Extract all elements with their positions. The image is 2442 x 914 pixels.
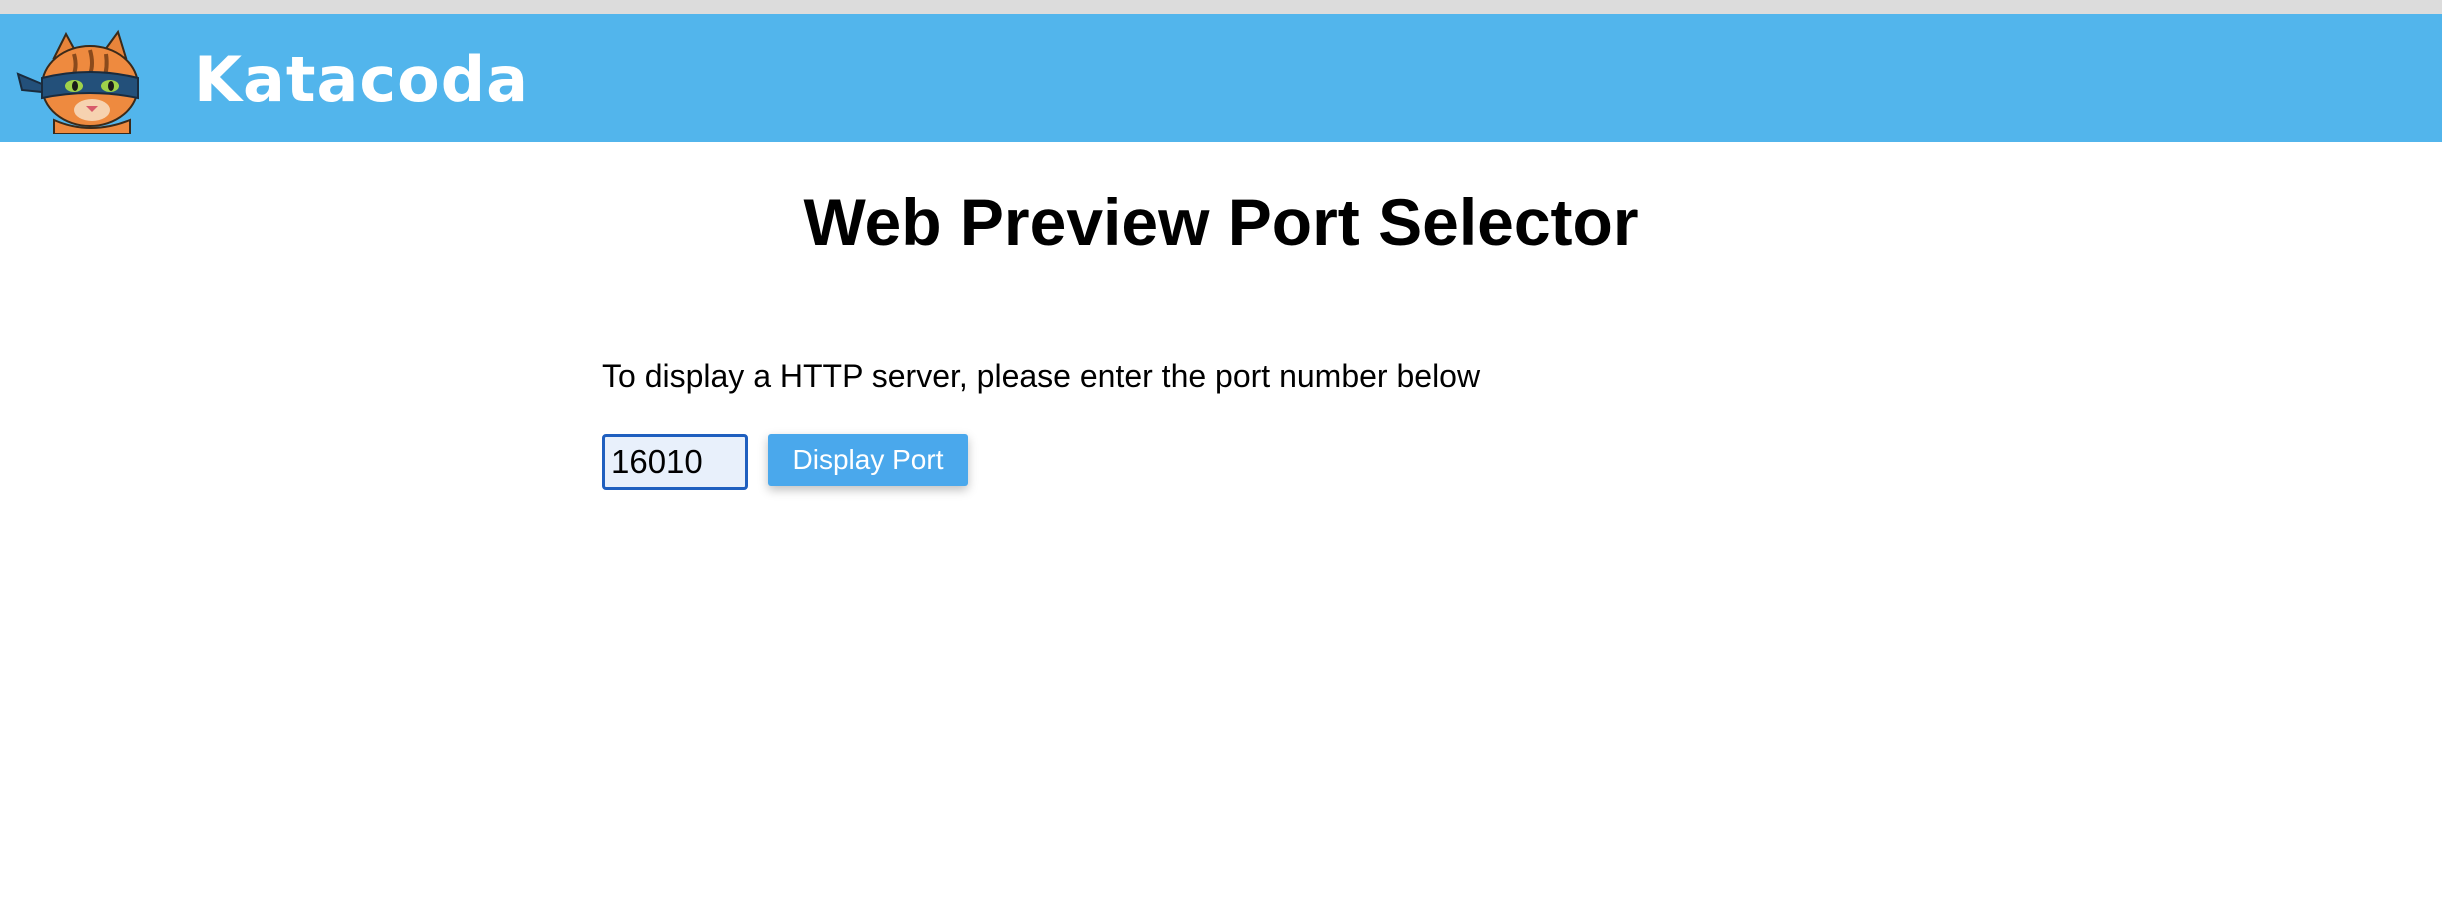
display-port-button[interactable]: Display Port (768, 434, 968, 486)
top-border (0, 0, 2442, 14)
port-number-input[interactable] (602, 434, 748, 490)
instructions-text: To display a HTTP server, please enter t… (602, 358, 1481, 394)
katacoda-ninja-cat-icon[interactable] (14, 28, 162, 134)
header-bar: Katacoda (0, 14, 2442, 142)
page-title: Web Preview Port Selector (803, 185, 1639, 259)
katacoda-logo-text[interactable]: Katacoda (194, 48, 529, 112)
